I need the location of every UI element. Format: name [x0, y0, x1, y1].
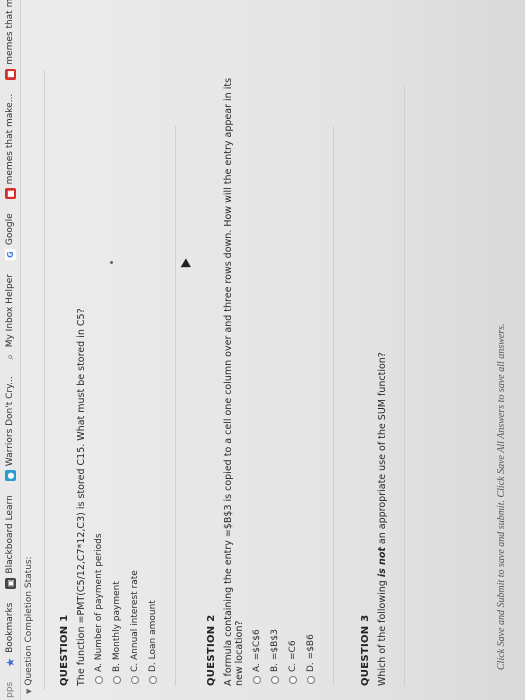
choice-label[interactable]: B. Monthly payment	[112, 581, 122, 672]
bookmark-star-icon: ★	[3, 657, 17, 668]
bookmark-google[interactable]: G Google	[4, 213, 16, 261]
screen-speck	[110, 261, 113, 264]
radio-button[interactable]	[307, 676, 315, 684]
bookmark-warriors[interactable]: ● Warriors Don't Cry...	[4, 376, 16, 482]
site-favicon-icon: ●	[4, 470, 16, 482]
bookmark-bookmarks[interactable]: ★ Bookmarks	[3, 602, 17, 668]
choice-label[interactable]: B. =$B$3	[270, 629, 280, 672]
answer-choice[interactable]: B. Monthly payment	[111, 70, 123, 684]
bookmark-memes-1[interactable]: ■ memes that make...	[4, 93, 16, 200]
question-divider	[175, 126, 176, 686]
bookmark-inbox-helper[interactable]: ⌕ My Inbox Helper	[5, 274, 16, 362]
question-text: The function =PMT(C5/12,C7*12,C3) is sto…	[76, 308, 87, 686]
bookmark-label: My Inbox Helper	[5, 274, 15, 348]
choice-label[interactable]: A. =$C$6	[252, 629, 262, 672]
bookmark-label: Bookmarks	[5, 602, 15, 653]
radio-button[interactable]	[271, 676, 279, 684]
bookmark-label: Blackboard Learn	[5, 495, 15, 574]
question-divider	[404, 86, 405, 686]
answer-choice[interactable]: A. =$C$6	[251, 70, 263, 684]
answer-choice[interactable]: C. =C6	[287, 70, 299, 684]
answer-choice[interactable]: B. =$B$3	[269, 70, 281, 684]
answer-choice[interactable]: C. Annual interest rate	[129, 70, 141, 684]
bookmark-blackboard-learn[interactable]: ▣ Blackboard Learn	[4, 495, 16, 589]
bookmark-label: memes that make...	[5, 93, 15, 185]
radio-button[interactable]	[95, 676, 103, 684]
bookmark-label: Google	[5, 213, 15, 246]
test-content: QUESTION 1 The function =PMT(C5/12,C7*12…	[44, 70, 405, 690]
question-2: QUESTION 2 A formula containing the entr…	[206, 70, 334, 690]
choice-label[interactable]: A. Number of payment periods	[94, 533, 104, 672]
question-1: QUESTION 1 The function =PMT(C5/12,C7*12…	[59, 70, 176, 690]
question-text: A formula containing the entry =$B$3 is …	[223, 77, 245, 686]
search-icon: ⌕	[4, 353, 16, 360]
blackboard-icon: ▣	[4, 577, 16, 589]
question-text-end: an appropriate use of the SUM function?	[377, 352, 388, 548]
radio-button[interactable]	[113, 676, 121, 684]
radio-button[interactable]	[289, 676, 297, 684]
choice-label[interactable]: C. Annual interest rate	[130, 570, 140, 672]
question-text-emphasis: is not	[377, 547, 388, 578]
radio-button[interactable]	[149, 676, 157, 684]
choice-label[interactable]: C. =C6	[288, 640, 298, 672]
radio-button[interactable]	[131, 676, 139, 684]
choice-label[interactable]: D. Loan amount	[148, 600, 158, 672]
save-instructions: Click Save and Submit to save and submit…	[496, 323, 507, 670]
bookmark-label: Warriors Don't Cry...	[5, 376, 15, 467]
bookmark-label: memes that mak...	[5, 0, 15, 65]
answer-choice[interactable]: A. Number of payment periods	[93, 70, 105, 684]
red-favicon-icon: ■	[4, 188, 16, 200]
question-completion-status[interactable]: ▼ Question Completion Status:	[24, 556, 34, 694]
google-icon: G	[4, 249, 16, 261]
question-text: Which of the following is not an appropr…	[377, 70, 388, 686]
radio-button[interactable]	[253, 676, 261, 684]
question-title: QUESTION 1	[59, 614, 70, 686]
answer-choice[interactable]: D. Loan amount	[147, 70, 159, 684]
question-divider	[333, 126, 334, 686]
question-text-start: Which of the following	[377, 577, 388, 686]
question-3: QUESTION 3 Which of the following is not…	[360, 70, 405, 690]
red-favicon-icon: ■	[4, 68, 16, 80]
bookmark-memes-2[interactable]: ■ memes that mak...	[4, 0, 16, 80]
completion-label: Question Completion Status:	[24, 556, 34, 686]
answer-choice[interactable]: D. =$B6	[305, 70, 317, 684]
bookmarks-bar: pps ★ Bookmarks ▣ Blackboard Learn ● War…	[0, 0, 21, 700]
choice-label[interactable]: D. =$B6	[306, 634, 316, 672]
apps-label[interactable]: pps	[5, 682, 15, 698]
question-title: QUESTION 2	[206, 614, 217, 686]
browser-page: pps ★ Bookmarks ▣ Blackboard Learn ● War…	[0, 0, 525, 700]
expand-arrow-icon[interactable]: ▼	[25, 689, 33, 694]
question-title: QUESTION 3	[360, 614, 371, 686]
